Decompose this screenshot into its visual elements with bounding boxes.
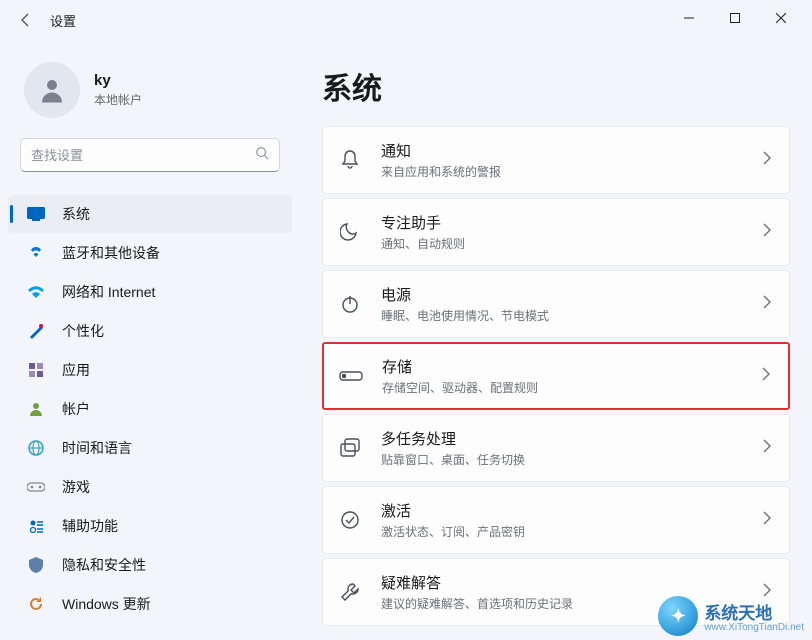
- setting-check[interactable]: 激活 激活状态、订阅、产品密钥: [322, 486, 790, 554]
- multitask-icon: [337, 435, 363, 461]
- setting-multitask[interactable]: 多任务处理 贴靠窗口、桌面、任务切换: [322, 414, 790, 482]
- nav-label: 应用: [62, 360, 90, 380]
- titlebar-label: 设置: [50, 11, 76, 30]
- nav-label: 蓝牙和其他设备: [62, 243, 160, 263]
- nav-label: 游戏: [62, 477, 90, 497]
- nav-list: 系统蓝牙和其他设备网络和 Internet 个性化应用帐户时间和语言游戏辅助功能隐…: [0, 190, 300, 623]
- setting-subtitle: 通知、自动规则: [381, 235, 763, 252]
- nav-icon: [26, 321, 46, 341]
- nav-label: 辅助功能: [62, 516, 118, 536]
- bell-icon: [337, 147, 363, 173]
- back-button[interactable]: [8, 2, 44, 38]
- chevron-right-icon: [763, 151, 771, 170]
- setting-subtitle: 来自应用和系统的警报: [381, 163, 763, 180]
- setting-title: 通知: [381, 140, 763, 161]
- setting-moon[interactable]: 专注助手 通知、自动规则: [322, 198, 790, 266]
- nav-label: 隐私和安全性: [62, 555, 146, 575]
- sidebar-item-8[interactable]: 辅助功能: [8, 507, 292, 545]
- nav-icon: [26, 243, 46, 263]
- setting-title: 激活: [381, 500, 763, 521]
- nav-label: Windows 更新: [62, 594, 151, 614]
- sidebar-item-7[interactable]: 游戏: [8, 468, 292, 506]
- nav-label: 网络和 Internet: [62, 282, 155, 302]
- sidebar-item-1[interactable]: 蓝牙和其他设备: [8, 234, 292, 272]
- setting-subtitle: 睡眠、电池使用情况、节电模式: [381, 307, 763, 324]
- page-title: 系统: [322, 64, 790, 108]
- close-button[interactable]: [758, 2, 804, 34]
- maximize-button[interactable]: [712, 2, 758, 34]
- nav-icon: [26, 516, 46, 536]
- avatar: [24, 62, 80, 118]
- sidebar: ky 本地帐户 系统蓝牙和其他设备网络和 Internet 个性化应用帐户时间和语…: [0, 40, 300, 640]
- sidebar-item-5[interactable]: 帐户: [8, 390, 292, 428]
- setting-power[interactable]: 电源 睡眠、电池使用情况、节电模式: [322, 270, 790, 338]
- user-account-type: 本地帐户: [94, 91, 142, 108]
- search-box[interactable]: [20, 138, 280, 172]
- setting-subtitle: 贴靠窗口、桌面、任务切换: [381, 451, 763, 468]
- search-icon: [255, 146, 269, 165]
- setting-bell[interactable]: 通知 来自应用和系统的警报: [322, 126, 790, 194]
- watermark: ✦ 系统天地 www.XiTongTianDi.net: [658, 596, 804, 636]
- nav-icon: [26, 594, 46, 614]
- main-content: 系统 通知 来自应用和系统的警报 专注助手 通知、自动规则 电源 睡眠、电池使用…: [300, 40, 812, 640]
- nav-label: 时间和语言: [62, 438, 132, 458]
- sidebar-item-9[interactable]: 隐私和安全性: [8, 546, 292, 584]
- sidebar-item-10[interactable]: Windows 更新: [8, 585, 292, 623]
- nav-icon: [26, 360, 46, 380]
- check-icon: [337, 507, 363, 533]
- nav-icon: [26, 477, 46, 497]
- chevron-right-icon: [763, 439, 771, 458]
- setting-title: 专注助手: [381, 212, 763, 233]
- nav-label: 帐户: [62, 399, 90, 419]
- storage-icon: [338, 363, 364, 389]
- setting-title: 疑难解答: [381, 572, 763, 593]
- sidebar-item-2[interactable]: 网络和 Internet: [8, 273, 292, 311]
- setting-title: 电源: [381, 284, 763, 305]
- setting-title: 存储: [382, 356, 762, 377]
- setting-title: 多任务处理: [381, 428, 763, 449]
- nav-icon: [26, 204, 46, 224]
- user-block[interactable]: ky 本地帐户: [0, 56, 300, 138]
- nav-label: 个性化: [62, 321, 104, 341]
- nav-label: 系统: [62, 204, 90, 224]
- wrench-icon: [337, 579, 363, 605]
- nav-icon: [26, 399, 46, 419]
- user-name: ky: [94, 72, 142, 89]
- chevron-right-icon: [763, 511, 771, 530]
- power-icon: [337, 291, 363, 317]
- chevron-right-icon: [763, 295, 771, 314]
- setting-subtitle: 激活状态、订阅、产品密钥: [381, 523, 763, 540]
- chevron-right-icon: [763, 223, 771, 242]
- setting-subtitle: 存储空间、驱动器、配置规则: [382, 379, 762, 396]
- sidebar-item-4[interactable]: 应用: [8, 351, 292, 389]
- sidebar-item-0[interactable]: 系统: [8, 195, 292, 233]
- nav-icon: [26, 438, 46, 458]
- settings-list: 通知 来自应用和系统的警报 专注助手 通知、自动规则 电源 睡眠、电池使用情况、…: [322, 126, 790, 626]
- nav-icon: [26, 282, 46, 302]
- watermark-logo: ✦: [658, 596, 698, 636]
- moon-icon: [337, 219, 363, 245]
- search-input[interactable]: [31, 148, 255, 163]
- minimize-button[interactable]: [666, 2, 712, 34]
- sidebar-item-3[interactable]: 个性化: [8, 312, 292, 350]
- sidebar-item-6[interactable]: 时间和语言: [8, 429, 292, 467]
- chevron-right-icon: [762, 367, 770, 386]
- setting-storage[interactable]: 存储 存储空间、驱动器、配置规则: [322, 342, 790, 410]
- nav-icon: [26, 555, 46, 575]
